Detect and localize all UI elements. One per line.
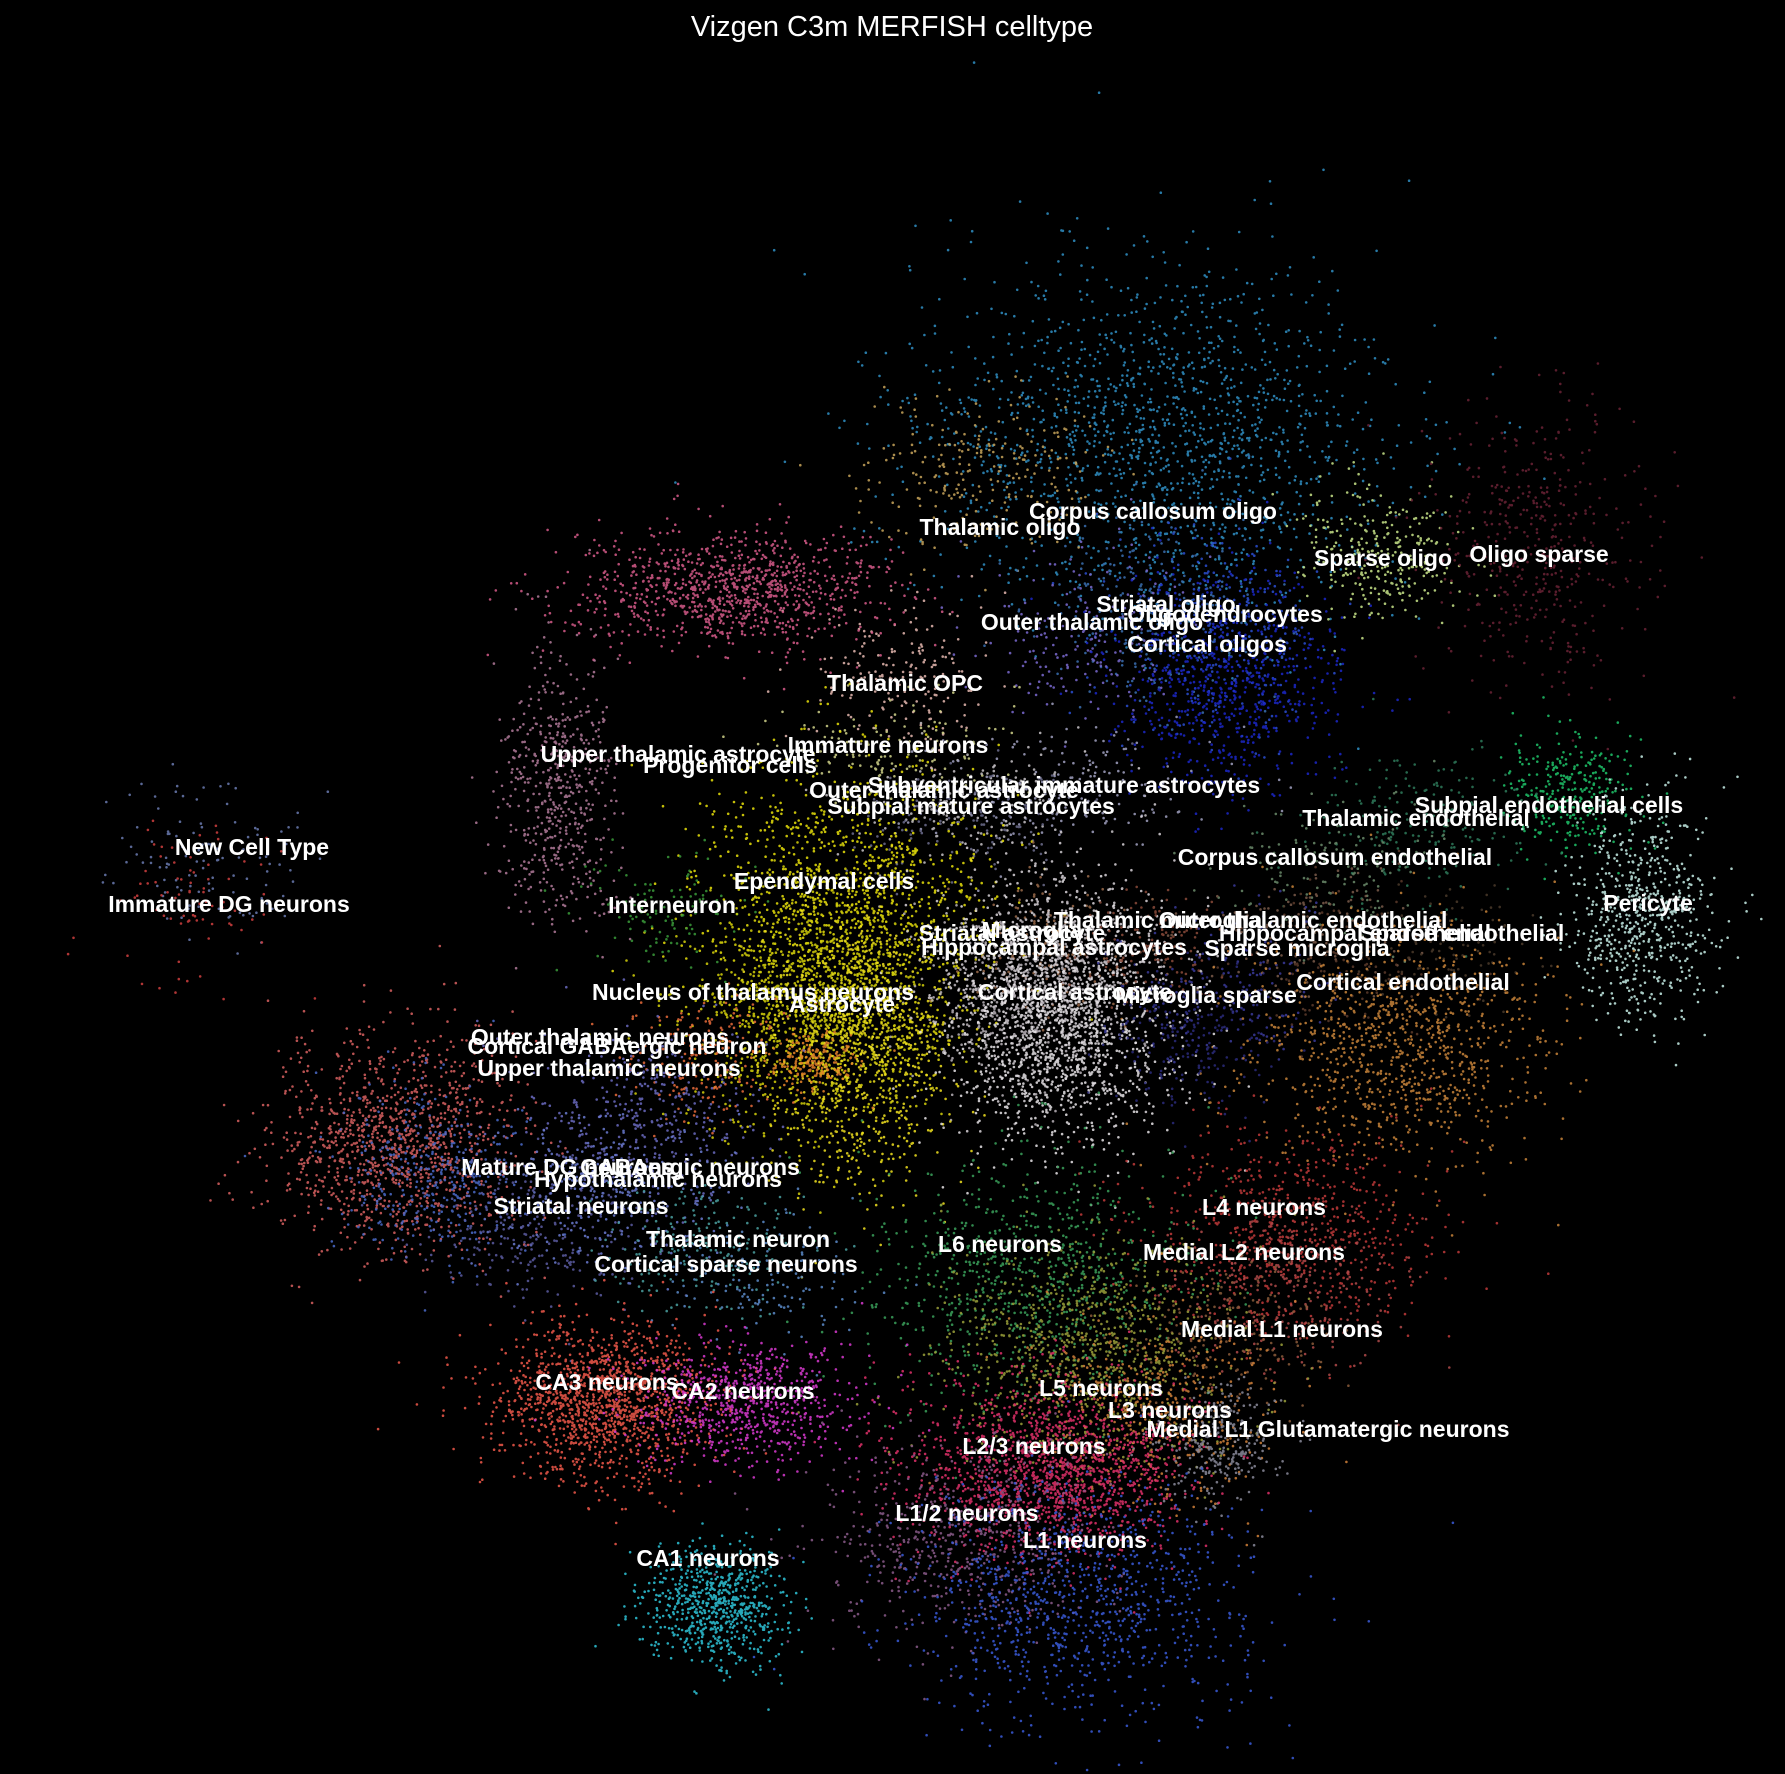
cluster-label-progenitor-cells: Progenitor cells [643, 752, 817, 778]
chart-title: Vizgen C3m MERFISH celltype [691, 11, 1093, 43]
cluster-label-thalamic-oligo: Thalamic oligo [919, 514, 1080, 540]
cluster-label-cortical-sparse-neurons: Cortical sparse neurons [594, 1251, 857, 1277]
umap-scatter-plot: Vizgen C3m MERFISH celltype Corpus callo… [0, 0, 1785, 1774]
cluster-label-hypothalamic-neurons: Hypothalamic neurons [534, 1166, 782, 1192]
cluster-label-sparse-microglia: Sparse microglia [1204, 935, 1390, 961]
cluster-label-l2-3-neurons: L2/3 neurons [962, 1433, 1105, 1459]
cluster-label-cortical-endothelial: Cortical endothelial [1296, 969, 1509, 995]
cluster-label-interneuron: Interneuron [608, 892, 736, 918]
cluster-label-ca3-neurons: CA3 neurons [535, 1369, 678, 1395]
cluster-label-l1-2-neurons: L1/2 neurons [895, 1500, 1038, 1526]
cluster-label-subpial-mature-astrocytes: Subpial mature astrocytes [827, 793, 1115, 819]
cluster-label-thalamic-endothelial: Thalamic endothelial [1302, 805, 1530, 831]
cluster-label-immature-neurons: Immature neurons [788, 732, 989, 758]
cluster-label-upper-thalamic-neurons: Upper thalamic neurons [477, 1055, 740, 1081]
cluster-label-medial-l2-neurons: Medial L2 neurons [1143, 1239, 1345, 1265]
cluster-label-pericyte: Pericyte [1603, 890, 1693, 916]
cluster-label-striatal-neurons: Striatal neurons [493, 1193, 668, 1219]
cluster-label-microglia-sparse: Microglia sparse [1115, 982, 1297, 1008]
cluster-label-ca1-neurons: CA1 neurons [636, 1545, 779, 1571]
cluster-label-medial-l1-glutamatergic-neurons: Medial L1 Glutamatergic neurons [1147, 1416, 1510, 1442]
cluster-label-immature-dg-neurons: Immature DG neurons [108, 891, 350, 917]
cluster-label-cortical-oligos: Cortical oligos [1127, 631, 1287, 657]
cluster-label-l4-neurons: L4 neurons [1202, 1194, 1326, 1220]
cluster-label-medial-l1-neurons: Medial L1 neurons [1181, 1316, 1383, 1342]
cluster-label-hippocampal-astrocytes: Hippocampal astrocytes [921, 934, 1187, 960]
cluster-label-ependymal-cells: Ependymal cells [734, 868, 914, 894]
cluster-label-sparse-oligo: Sparse oligo [1314, 545, 1452, 571]
cluster-label-oligo-sparse: Oligo sparse [1469, 541, 1608, 567]
cluster-label-thalamic-opc: Thalamic OPC [827, 670, 983, 696]
cluster-label-ca2-neurons: CA2 neurons [671, 1378, 814, 1404]
cluster-label-l1-neurons: L1 neurons [1023, 1527, 1147, 1553]
cluster-label-astrocyte: Astrocyte [789, 991, 895, 1017]
cluster-label-thalamic-neuron: Thalamic neuron [646, 1226, 830, 1252]
cluster-label-sparse-endothelial: Sparse endothelial [1360, 920, 1565, 946]
cluster-label-corpus-callosum-endothelial: Corpus callosum endothelial [1178, 844, 1492, 870]
cluster-label-new-cell-type: New Cell Type [175, 834, 329, 860]
cluster-label-l6-neurons: L6 neurons [938, 1231, 1062, 1257]
